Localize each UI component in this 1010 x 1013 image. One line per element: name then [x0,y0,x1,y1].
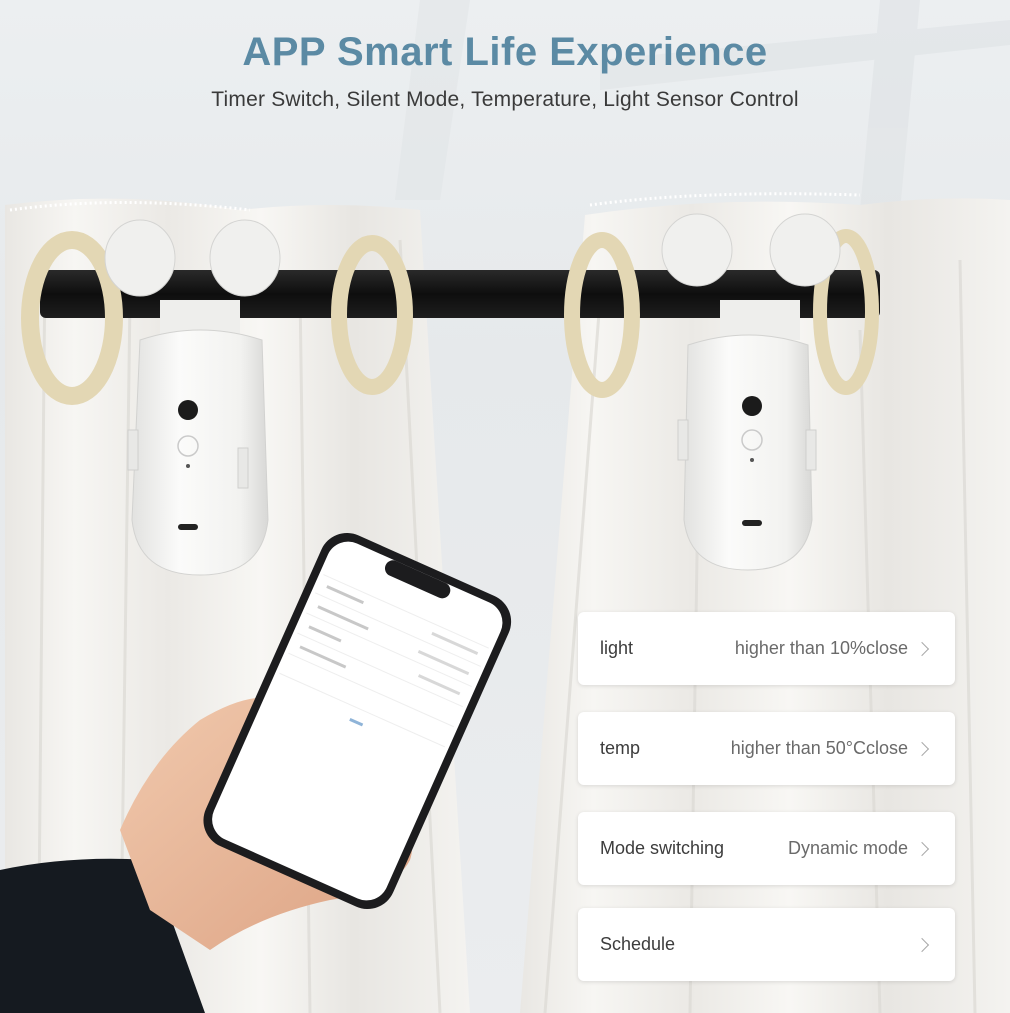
setting-value: Dynamic mode [787,838,908,858]
setting-value: higher than 10%close [734,638,908,658]
subheadline: Timer Switch, Silent Mode, Temperature, … [211,88,799,111]
setting-label: temp [600,738,641,758]
setting-row-schedule[interactable]: Schedule [578,908,955,981]
setting-row-temp[interactable]: temp higher than 50°Cclose [578,712,955,785]
setting-label: Mode switching [600,838,725,858]
setting-value: higher than 50°Cclose [730,738,908,758]
setting-row-mode-switching[interactable]: Mode switching Dynamic mode [578,812,955,885]
setting-label: light [600,638,634,658]
chevron-right-icon [914,937,930,952]
product-image: APP Smart Life Experience Timer Switch, … [0,0,1010,1013]
chevron-right-icon [914,641,930,656]
chevron-right-icon [914,741,930,756]
setting-row-light[interactable]: light higher than 10%close [578,612,955,685]
headline: APP Smart Life Experience [242,30,768,74]
chevron-right-icon [914,841,930,856]
setting-label: Schedule [600,934,676,954]
